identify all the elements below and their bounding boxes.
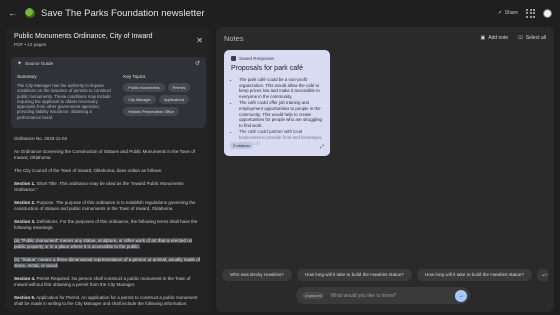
topic-chip[interactable]: Historic Preservation Office <box>123 107 180 116</box>
source-text: Ordinance No. 2023-11-03 An Ordinance Gov… <box>6 136 211 307</box>
notes-title: Notes <box>224 33 244 43</box>
source-guide: ✦ Source Guide ↺ Summary The City Manage… <box>11 57 206 128</box>
checkbox-icon: ☑ <box>518 35 523 41</box>
key-topics-heading: Key Topics <box>123 74 146 79</box>
saved-note-card[interactable]: Saved Response Proposals for park café T… <box>224 50 330 156</box>
section-label: Section 3. <box>14 219 36 224</box>
citations-badge[interactable]: 3 citations <box>230 142 254 149</box>
topic-chips: Public monuments Permits City Manager Ap… <box>123 83 200 116</box>
avatar[interactable] <box>543 8 552 18</box>
source-guide-header[interactable]: ✦ Source Guide <box>17 60 200 67</box>
close-icon[interactable]: ✕ <box>196 36 203 45</box>
paragraph-text: Ordinance No. 2023-11-03 <box>14 136 67 141</box>
paragraph-text: (a) "Public monument" means any statue, … <box>14 238 193 249</box>
add-note-button[interactable]: ▣ Add note <box>480 35 508 41</box>
summary-text: The City Manager has the authority to im… <box>17 83 112 120</box>
collapse-guide-icon[interactable]: ↺ <box>195 60 200 67</box>
key-topics-section: Key Topics Public monuments Permits City… <box>123 74 200 120</box>
topic-chip[interactable]: Applications <box>158 95 190 104</box>
select-all-button[interactable]: ☑ Select all <box>518 35 546 41</box>
paragraph-text: An Ordinance Governing the Construction … <box>14 149 196 160</box>
source-paragraph: The City Council of the Town of Inward, … <box>14 168 203 174</box>
saved-response-icon <box>231 56 236 61</box>
paragraph-text: (b) "Statue" means a three-dimensional r… <box>14 257 201 268</box>
top-bar: ← Save The Parks Foundation newsletter ↗… <box>0 0 560 26</box>
apps-grid-icon[interactable] <box>526 8 535 18</box>
source-paragraph: An Ordinance Governing the Construction … <box>14 149 203 161</box>
share-button[interactable]: ↗ Share <box>497 10 518 16</box>
saved-response-label: Saved Response <box>231 56 323 61</box>
suggested-questions: Who was Becky Hawkins? How long will it … <box>222 269 548 282</box>
chat-input[interactable]: What would you like to know? <box>330 293 455 299</box>
sparkle-icon: ✦ <box>17 61 23 67</box>
source-paragraph: Section 1. Short Title. This ordinance m… <box>14 181 203 193</box>
suggestion-chip[interactable]: How long will it take to build the Hawki… <box>296 269 412 281</box>
note-bullet: The café could offer job training and em… <box>239 100 323 129</box>
section-label: Section 4. <box>14 276 36 281</box>
summary-section: Summary The City Manager has the authori… <box>17 74 115 120</box>
source-header: Public Monuments Ordinance, City of Inwa… <box>6 27 211 55</box>
paragraph-text: The City Council of the Town of Inward, … <box>14 168 163 173</box>
add-note-label: Add note <box>488 35 509 41</box>
paragraph-text: Purpose. The purpose of this ordinance i… <box>14 200 196 211</box>
paragraph-text: Short Title. This ordinance may be cited… <box>14 181 184 192</box>
back-arrow-icon[interactable]: ← <box>8 8 18 18</box>
summary-heading: Summary <box>17 74 37 79</box>
suggestion-chip[interactable]: Who was Becky Hawkins? <box>222 269 292 281</box>
note-add-icon: ▣ <box>480 35 486 41</box>
chevron-down-icon[interactable]: ⌄ <box>541 271 546 278</box>
share-label: Share <box>504 10 518 16</box>
source-guide-body: Summary The City Manager has the authori… <box>17 74 200 120</box>
source-paragraph: Section 2. Purpose. The purpose of this … <box>14 200 203 212</box>
source-meta: PDF • 12 pages <box>14 42 47 47</box>
select-all-label: Select all <box>525 35 546 41</box>
source-viewer-panel: Public Monuments Ordinance, City of Inwa… <box>6 27 211 312</box>
sources-count-badge[interactable]: 4 sources <box>302 292 325 299</box>
paragraph-text: Application for Permit. An application f… <box>14 295 198 306</box>
expand-icon[interactable]: ⤢ <box>320 144 324 150</box>
suggestion-chip[interactable]: How long will it take to build the Hawki… <box>416 269 533 281</box>
source-paragraph: (b) "Statue" means a three-dimensional r… <box>14 257 203 269</box>
source-title: Public Monuments Ordinance, City of Inwa… <box>14 33 153 40</box>
paragraph-text: Permit Required. No person shall constru… <box>14 276 191 287</box>
section-label: Section 2. <box>14 200 36 205</box>
topic-chip[interactable]: City Manager <box>123 95 156 104</box>
source-paragraph: (a) "Public monument" means any statue, … <box>14 238 203 250</box>
topic-chip[interactable]: Public monuments <box>123 83 165 92</box>
send-arrow-icon[interactable]: → <box>455 289 467 302</box>
note-title: Proposals for park café <box>231 65 303 72</box>
source-guide-label: Source Guide <box>25 61 54 66</box>
paragraph-text: Definitions. For the purposes of this or… <box>14 219 198 230</box>
source-paragraph: Section 5. Application for Permit. An ap… <box>14 295 203 307</box>
notebook-title[interactable]: Save The Parks Foundation newsletter <box>41 8 205 19</box>
chat-composer: 4 sources What would you like to know? → <box>296 287 470 304</box>
notes-panel: Notes ▣ Add note ☑ Select all Saved Resp… <box>216 27 554 312</box>
notes-header: Notes ▣ Add note ☑ Select all <box>216 27 554 49</box>
saved-label-text: Saved Response <box>239 56 274 61</box>
source-paragraph: Section 3. Definitions. For the purposes… <box>14 219 203 231</box>
topic-chip[interactable]: Permits <box>167 83 191 92</box>
source-paragraph: Ordinance No. 2023-11-03 <box>14 136 203 142</box>
section-label: Section 5. <box>14 295 36 300</box>
source-paragraph: Section 4. Permit Required. No person sh… <box>14 276 203 288</box>
share-icon: ↗ <box>497 10 502 16</box>
note-bullet: The park café could be a non-profit orga… <box>239 77 323 100</box>
section-label: Section 1. <box>14 181 36 186</box>
notebook-emoji-icon <box>25 8 35 18</box>
